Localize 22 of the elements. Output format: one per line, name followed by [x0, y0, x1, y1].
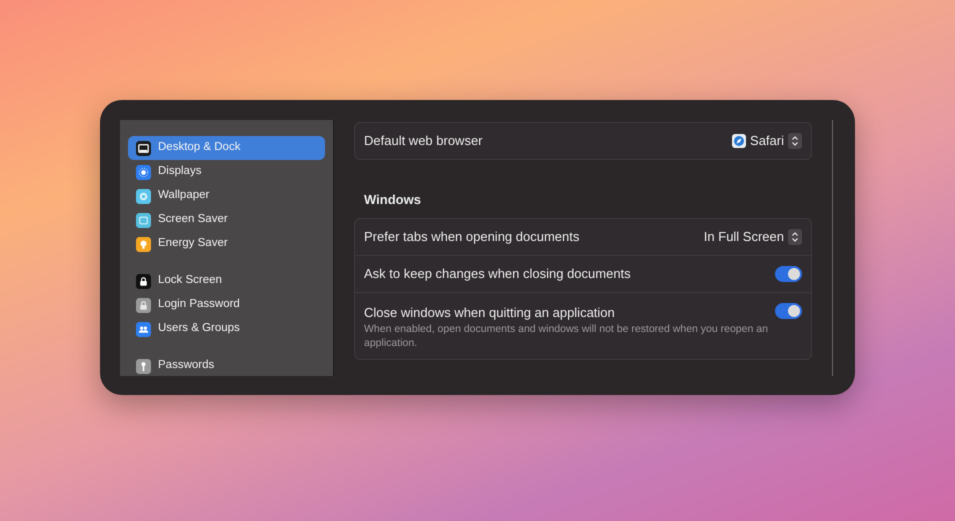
- sidebar-item[interactable]: Users & Groups: [128, 317, 325, 341]
- compass-icon: [732, 134, 746, 148]
- sidebar-item[interactable]: Screen Saver: [128, 208, 325, 232]
- setting-label: Ask to keep changes when closing documents: [364, 264, 631, 283]
- sidebar-item[interactable]: Desktop & Dock: [128, 136, 325, 160]
- sidebar-item[interactable]: Wallpaper: [128, 184, 325, 208]
- setting-label: Prefer tabs when opening documents: [364, 228, 580, 246]
- setting-description: When enabled, open documents and windows will not be restored when you reopen an application.: [364, 322, 769, 350]
- stepper-icon: [788, 133, 802, 149]
- sidebar-item[interactable]: Energy Saver: [128, 232, 325, 256]
- toggle-switch[interactable]: [775, 266, 802, 282]
- setting-label: Close windows when quitting an application: [364, 304, 616, 322]
- popup-button[interactable]: Safari: [732, 131, 802, 151]
- sidebar-item[interactable]: Login Password: [128, 293, 325, 317]
- sidebar-item[interactable]: Displays: [128, 160, 325, 184]
- toggle-switch[interactable]: [775, 302, 802, 318]
- stepper-icon: [788, 228, 802, 244]
- section-title: Windows: [363, 191, 422, 209]
- setting-label: Default web browser: [364, 132, 482, 150]
- popup-button[interactable]: In Full Screen: [704, 226, 802, 246]
- sidebar-item[interactable]: Lock Screen: [128, 269, 325, 293]
- sidebar-item[interactable]: Passwords: [128, 354, 325, 376]
